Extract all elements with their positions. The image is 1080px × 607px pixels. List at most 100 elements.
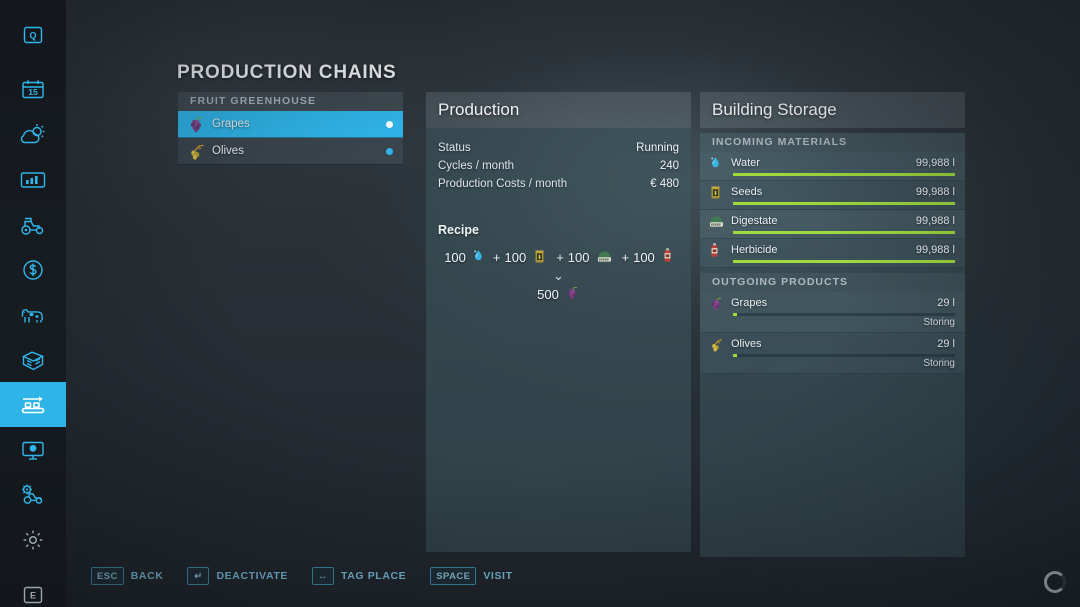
- storage-item-amount: 29 l: [937, 297, 955, 309]
- recipe-plus: +: [492, 249, 501, 265]
- sidebar-item-animals[interactable]: [0, 292, 66, 337]
- storage-item-status: Storing: [923, 317, 955, 328]
- seeds-bag-icon: [532, 248, 547, 267]
- key-badge: ESC: [91, 567, 124, 585]
- incoming-materials-header: INCOMING MATERIALS: [700, 133, 965, 152]
- chain-status-dot: [386, 120, 393, 128]
- storage-item-name: Olives: [731, 338, 762, 350]
- cow-icon: [18, 303, 48, 327]
- recipe-heading: Recipe: [438, 223, 479, 237]
- storage-bar-fill: [733, 260, 955, 263]
- storage-item-name: Water: [731, 157, 760, 169]
- stat-label: Status: [438, 142, 471, 154]
- storage-bar-fill: [733, 202, 955, 205]
- monitor-helper-icon: [19, 438, 47, 462]
- tractor-icon: [18, 213, 48, 237]
- chain-group-header: FRUIT GREENHOUSE: [178, 92, 403, 111]
- storage-row-herbicide[interactable]: Herbicide 99,988 l: [700, 239, 965, 268]
- svg-text:E: E: [30, 590, 36, 600]
- sidebar-item-finances[interactable]: [0, 247, 66, 292]
- stat-value: 240: [659, 160, 679, 172]
- shortcut-bar: ESC BACK ↵ DEACTIVATE ↔ TAG PLACE SPACE …: [91, 567, 513, 585]
- storage-item-amount: 99,988 l: [915, 186, 955, 198]
- sidebar-item-vehicles[interactable]: [0, 202, 66, 247]
- storage-row-digestate[interactable]: Digestate 99,988 l: [700, 210, 965, 239]
- storage-row-olives[interactable]: Olives 29 l Storing: [700, 333, 965, 374]
- sidebar-item-production-chains[interactable]: [0, 382, 66, 427]
- shortcut-deactivate[interactable]: ↵ DEACTIVATE: [187, 567, 288, 585]
- storage-row-seeds[interactable]: Seeds 99,988 l: [700, 181, 965, 210]
- stat-row-cycles: Cycles / month 240: [438, 160, 679, 177]
- recipe-inputs: 100 + 100 + 100 + 100: [438, 247, 679, 267]
- recipe-arrow-icon: ⌄: [553, 268, 564, 283]
- sidebar-item-help-key[interactable]: Q: [0, 12, 66, 57]
- herbicide-bottle-icon: [708, 242, 725, 259]
- recipe-input-amount: 100: [444, 249, 466, 265]
- storage-row-water[interactable]: Water 99,988 l: [700, 152, 965, 181]
- shortcut-label: BACK: [130, 570, 164, 582]
- production-panel-title: Production: [426, 92, 691, 128]
- water-drop-icon: [708, 155, 725, 172]
- sidebar-item-weather[interactable]: [0, 112, 66, 157]
- olives-icon: [186, 141, 206, 161]
- calendar-15-icon: 15: [20, 77, 46, 103]
- documents-icon: [19, 348, 47, 372]
- storage-bar: [733, 231, 955, 234]
- chain-list-item-olives[interactable]: Olives: [178, 138, 403, 165]
- sidebar-rail: Q 15 E: [0, 0, 66, 607]
- sidebar-item-ai-workers[interactable]: [0, 427, 66, 472]
- storage-bar-fill: [733, 313, 738, 316]
- shortcut-label: DEACTIVATE: [216, 570, 288, 582]
- chain-list-item-label: Grapes: [212, 118, 250, 130]
- storage-bar-fill: [733, 354, 738, 357]
- recipe-plus: +: [621, 249, 630, 265]
- gear-icon: [20, 527, 46, 553]
- stat-value: € 480: [650, 178, 679, 190]
- sidebar-item-construction[interactable]: [0, 472, 66, 517]
- shortcut-label: TAG PLACE: [341, 570, 407, 582]
- stat-value: Running: [636, 142, 679, 154]
- digestate-icon: [708, 213, 725, 230]
- sidebar-item-contracts[interactable]: [0, 337, 66, 382]
- sidebar-item-exit-key[interactable]: E: [0, 572, 66, 607]
- page-title: PRODUCTION CHAINS: [177, 62, 397, 83]
- storage-item-status: Storing: [923, 358, 955, 369]
- stat-label: Cycles / month: [438, 160, 515, 172]
- weather-cloud-sun-icon: [19, 122, 47, 148]
- chain-status-dot: [386, 147, 393, 155]
- storage-panel-title: Building Storage: [700, 92, 965, 128]
- key-badge: ↵: [187, 567, 210, 585]
- sidebar-item-settings[interactable]: [0, 517, 66, 562]
- storage-item-amount: 99,988 l: [915, 157, 955, 169]
- storage-item-name: Herbicide: [731, 244, 778, 256]
- storage-item-name: Seeds: [731, 186, 763, 198]
- digestate-icon: [596, 248, 613, 267]
- dollar-coin-icon: [20, 257, 46, 283]
- storage-item-name: Grapes: [731, 297, 768, 309]
- shortcut-tag-place[interactable]: ↔ TAG PLACE: [312, 567, 406, 585]
- storage-bar: [733, 354, 955, 357]
- sidebar-item-calendar[interactable]: 15: [0, 67, 66, 112]
- storage-item-amount: 29 l: [937, 338, 955, 350]
- building-storage-panel: Building Storage INCOMING MATERIALS Wate…: [700, 92, 965, 557]
- grapes-icon: [564, 284, 580, 304]
- storage-bar: [733, 202, 955, 205]
- key-badge: ↔: [312, 567, 334, 585]
- sidebar-item-statistics[interactable]: [0, 157, 66, 202]
- production-chain-list: FRUIT GREENHOUSE Grapes Olives: [178, 92, 403, 165]
- tractor-gear-icon: [18, 482, 48, 508]
- svg-text:Q: Q: [29, 30, 36, 40]
- shortcut-visit[interactable]: SPACE VISIT: [430, 567, 512, 585]
- recipe-input-amount: 100: [633, 249, 655, 265]
- stat-row-costs: Production Costs / month € 480: [438, 178, 679, 195]
- herbicide-bottle-icon: [661, 247, 674, 267]
- seeds-bag-icon: [708, 184, 725, 201]
- storage-row-grapes[interactable]: Grapes 29 l Storing: [700, 292, 965, 333]
- storage-item-name: Digestate: [731, 215, 778, 227]
- shortcut-back[interactable]: ESC BACK: [91, 567, 163, 585]
- production-panel: Production Status Running Cycles / month…: [426, 92, 691, 552]
- olives-icon: [708, 336, 725, 353]
- storage-bar: [733, 313, 955, 316]
- chain-list-item-grapes[interactable]: Grapes: [178, 111, 403, 138]
- storage-bar-fill: [733, 231, 955, 234]
